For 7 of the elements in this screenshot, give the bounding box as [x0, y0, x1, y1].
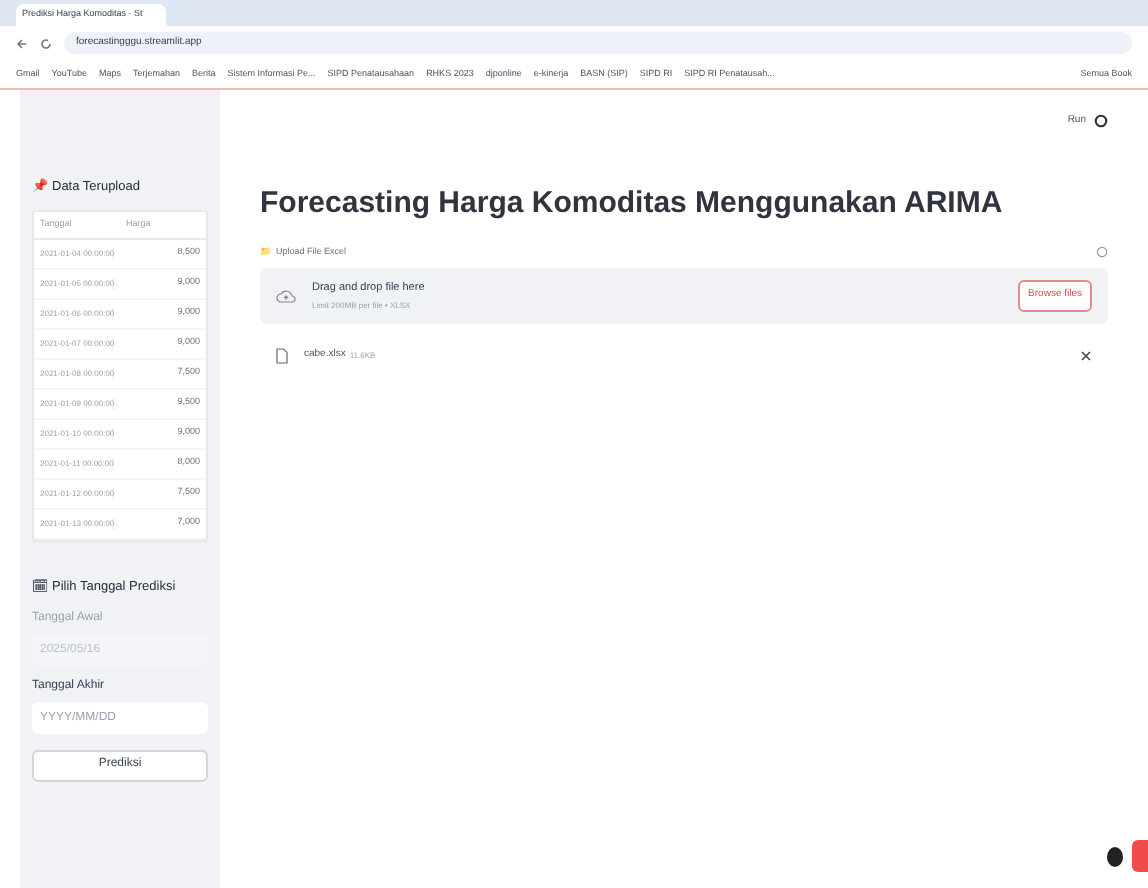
close-icon[interactable] — [1080, 349, 1092, 362]
reload-icon[interactable] — [40, 37, 52, 49]
avatar-icon[interactable] — [1106, 845, 1124, 867]
file-icon — [276, 347, 288, 364]
cloud-upload-icon — [276, 287, 296, 304]
page-title: Forecasting Harga Komoditas Menggunakan ARIMA — [260, 183, 1005, 223]
back-icon[interactable] — [16, 37, 28, 49]
